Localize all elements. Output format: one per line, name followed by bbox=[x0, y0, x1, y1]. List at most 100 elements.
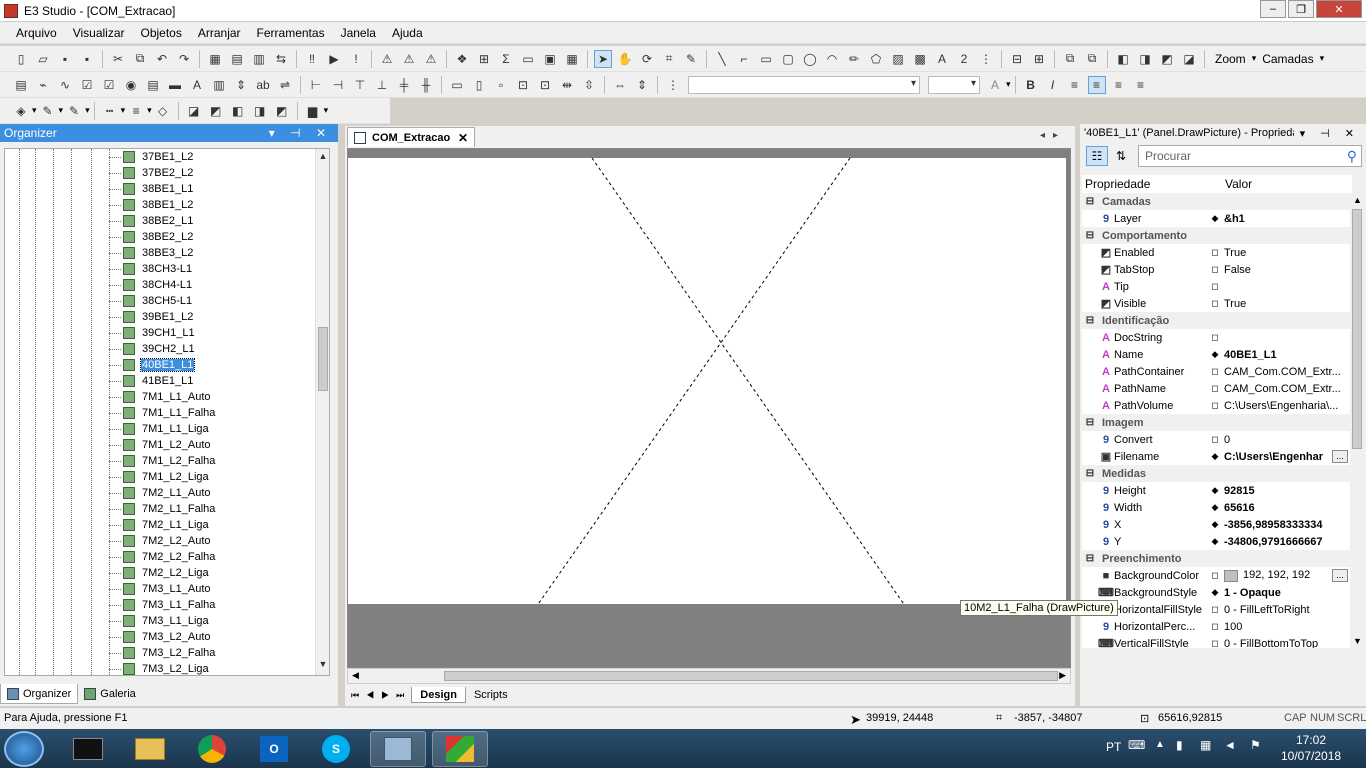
tree-item[interactable]: 38BE2_L2 bbox=[109, 229, 194, 245]
collapse-icon[interactable]: ⊟ bbox=[1082, 468, 1098, 479]
picture-placeholder[interactable] bbox=[348, 152, 1066, 604]
clock-date[interactable]: 10/07/2018 bbox=[1281, 749, 1341, 763]
tree-item[interactable]: 7M1_L1_Auto bbox=[109, 389, 212, 405]
stop-run-icon[interactable]: ‼ bbox=[303, 50, 321, 68]
property-value[interactable]: True bbox=[1222, 298, 1350, 310]
tree-item[interactable]: 7M1_L2_Falha bbox=[109, 453, 216, 469]
collapse-icon[interactable]: ⊟ bbox=[1082, 230, 1098, 241]
tree-item[interactable]: 7M2_L1_Auto bbox=[109, 485, 212, 501]
tree-item[interactable]: 41BE1_L1 bbox=[109, 373, 194, 389]
warning-2-icon[interactable]: ⚠ bbox=[400, 50, 418, 68]
align-center-icon[interactable]: ╪ bbox=[395, 76, 413, 94]
same-height-icon[interactable]: ▫ bbox=[492, 76, 510, 94]
close-button[interactable]: ✕ bbox=[1316, 0, 1362, 18]
link-flag-icon[interactable]: ◆ bbox=[1208, 213, 1222, 224]
property-value[interactable]: CAM_Com.COM_Extr... bbox=[1222, 383, 1350, 395]
prop-scroll-up-icon[interactable]: ▲ bbox=[1353, 195, 1362, 205]
strikeout-icon[interactable]: ≡ bbox=[1066, 76, 1084, 94]
tree-item[interactable]: 38BE2_L1 bbox=[109, 213, 194, 229]
picture-2-icon[interactable]: ▩ bbox=[911, 50, 929, 68]
effect-icon[interactable]: ◩ bbox=[207, 102, 225, 120]
align-middle-icon[interactable]: ╫ bbox=[417, 76, 435, 94]
link-flag-icon[interactable]: ◆ bbox=[1208, 587, 1222, 598]
link-flag-icon[interactable]: ◻ bbox=[1208, 247, 1222, 258]
scroll-left-icon[interactable]: ◀ bbox=[352, 670, 359, 681]
tab-nav-icon[interactable]: ◂▸ bbox=[1040, 130, 1066, 141]
keyboard-icon[interactable]: ⌨ bbox=[1128, 738, 1145, 752]
pencil-icon[interactable]: ✏ bbox=[845, 50, 863, 68]
copy-icon[interactable]: ⧉ bbox=[131, 50, 149, 68]
property-row[interactable]: A DocString ◻ bbox=[1082, 329, 1350, 346]
tree-item[interactable]: 37BE1_L2 bbox=[109, 149, 194, 165]
clock-time[interactable]: 17:02 bbox=[1296, 733, 1326, 747]
fill-color-dropdown-icon[interactable]: ▾ bbox=[32, 105, 37, 116]
link-2-icon[interactable]: ⧉ bbox=[1083, 50, 1101, 68]
bring-front-icon[interactable]: ◧ bbox=[1114, 50, 1132, 68]
radio-icon[interactable]: ◉ bbox=[122, 76, 140, 94]
flag-icon[interactable]: ⚑ bbox=[1250, 738, 1261, 752]
zoom-menu[interactable]: Zoom bbox=[1209, 52, 1252, 66]
polygon-icon[interactable]: ⬠ bbox=[867, 50, 885, 68]
link-flag-icon[interactable]: ◆ bbox=[1208, 485, 1222, 496]
tree-item[interactable]: 7M3_L2_Falha bbox=[109, 645, 216, 661]
tree-item[interactable]: 7M1_L2_Liga bbox=[109, 469, 210, 485]
collapse-icon[interactable]: ⊟ bbox=[1082, 553, 1098, 564]
property-search-input[interactable]: Procurar ⚲ bbox=[1138, 145, 1362, 167]
line-color-icon[interactable]: ✎ bbox=[39, 102, 57, 120]
property-value[interactable]: 100 bbox=[1222, 621, 1350, 633]
text-align-left-icon[interactable]: ≡ bbox=[1087, 75, 1106, 94]
open-folder-icon[interactable]: ▱ bbox=[34, 50, 52, 68]
chrome-app[interactable] bbox=[184, 731, 240, 767]
tab-galeria[interactable]: Galeria bbox=[78, 684, 141, 704]
group-icon[interactable]: ⊟ bbox=[1008, 50, 1026, 68]
toggle-icon[interactable]: ⇌ bbox=[276, 76, 294, 94]
font-color-dropdown-icon[interactable]: ▾ bbox=[1006, 79, 1011, 90]
property-value[interactable]: 1 - Opaque bbox=[1222, 587, 1350, 599]
scroll-up-icon[interactable]: ▲ bbox=[316, 151, 329, 165]
language-indicator[interactable]: PT bbox=[1106, 740, 1121, 754]
property-value[interactable]: -34806,9791666667 bbox=[1222, 536, 1350, 548]
canvas-hscrollbar[interactable]: ◀ ▶ bbox=[347, 668, 1071, 684]
link-flag-icon[interactable]: ◆ bbox=[1208, 536, 1222, 547]
close-tab-icon[interactable]: ✕ bbox=[458, 131, 468, 145]
snap-grid-icon[interactable]: ⋮ bbox=[664, 76, 682, 94]
property-row[interactable]: 9 Width ◆ 65616 bbox=[1082, 499, 1350, 516]
effect-2-icon[interactable]: ◧ bbox=[229, 102, 247, 120]
property-row[interactable]: ⌨ VerticalFillStyle ◻ 0 - FillBottomToTop bbox=[1082, 635, 1350, 649]
skype-app[interactable]: S bbox=[308, 731, 364, 767]
e3-viewer-app[interactable] bbox=[370, 731, 426, 767]
same-width-icon[interactable]: ▯ bbox=[470, 76, 488, 94]
display-icon[interactable]: 2 bbox=[955, 50, 973, 68]
property-row[interactable]: A Name ◆ 40BE1_L1 bbox=[1082, 346, 1350, 363]
align-bottom-icon[interactable]: ⊥ bbox=[373, 76, 391, 94]
menu-arranjar[interactable]: Arranjar bbox=[190, 26, 249, 40]
arc-icon[interactable]: ◠ bbox=[823, 50, 841, 68]
e3-studio-app[interactable] bbox=[432, 731, 488, 767]
layers-dropdown-icon[interactable]: ▾ bbox=[1320, 53, 1325, 64]
pen-color-dropdown-icon[interactable]: ▾ bbox=[85, 105, 90, 116]
line-color-dropdown-icon[interactable]: ▾ bbox=[59, 105, 64, 116]
redo-icon[interactable]: ↷ bbox=[175, 50, 193, 68]
cut-icon[interactable]: ✂ bbox=[109, 50, 127, 68]
property-row[interactable]: 9 X ◆ -3856,98958333334 bbox=[1082, 516, 1350, 533]
text-align-right-icon[interactable]: ≡ bbox=[1132, 76, 1150, 94]
property-value[interactable]: C:\Users\Engenharia\... bbox=[1222, 400, 1350, 412]
center-v-icon[interactable]: ⊡ bbox=[536, 76, 554, 94]
space-h-icon[interactable]: ⇹ bbox=[558, 76, 576, 94]
volume-icon[interactable]: ◄ bbox=[1224, 738, 1236, 752]
property-value[interactable]: &h1 bbox=[1222, 213, 1350, 225]
tree-item[interactable]: 39CH2_L1 bbox=[109, 341, 196, 357]
edit-points-icon[interactable]: ✎ bbox=[682, 50, 700, 68]
link-flag-icon[interactable]: ◆ bbox=[1208, 451, 1222, 462]
flip-v-icon[interactable]: ⇕ bbox=[633, 76, 651, 94]
properties-icon[interactable]: ▤ bbox=[12, 76, 30, 94]
line-style-icon[interactable]: ┅ bbox=[101, 102, 119, 120]
compare-icon[interactable]: ⇆ bbox=[272, 50, 290, 68]
outlook-app[interactable]: O bbox=[246, 731, 302, 767]
font-color-icon[interactable]: A bbox=[986, 76, 1004, 94]
menu-objetos[interactable]: Objetos bbox=[133, 26, 190, 40]
property-row[interactable]: 9 Convert ◻ 0 bbox=[1082, 431, 1350, 448]
layers-menu[interactable]: Camadas bbox=[1256, 52, 1319, 66]
line-icon[interactable]: ╲ bbox=[713, 50, 731, 68]
text-icon[interactable]: A bbox=[933, 50, 951, 68]
